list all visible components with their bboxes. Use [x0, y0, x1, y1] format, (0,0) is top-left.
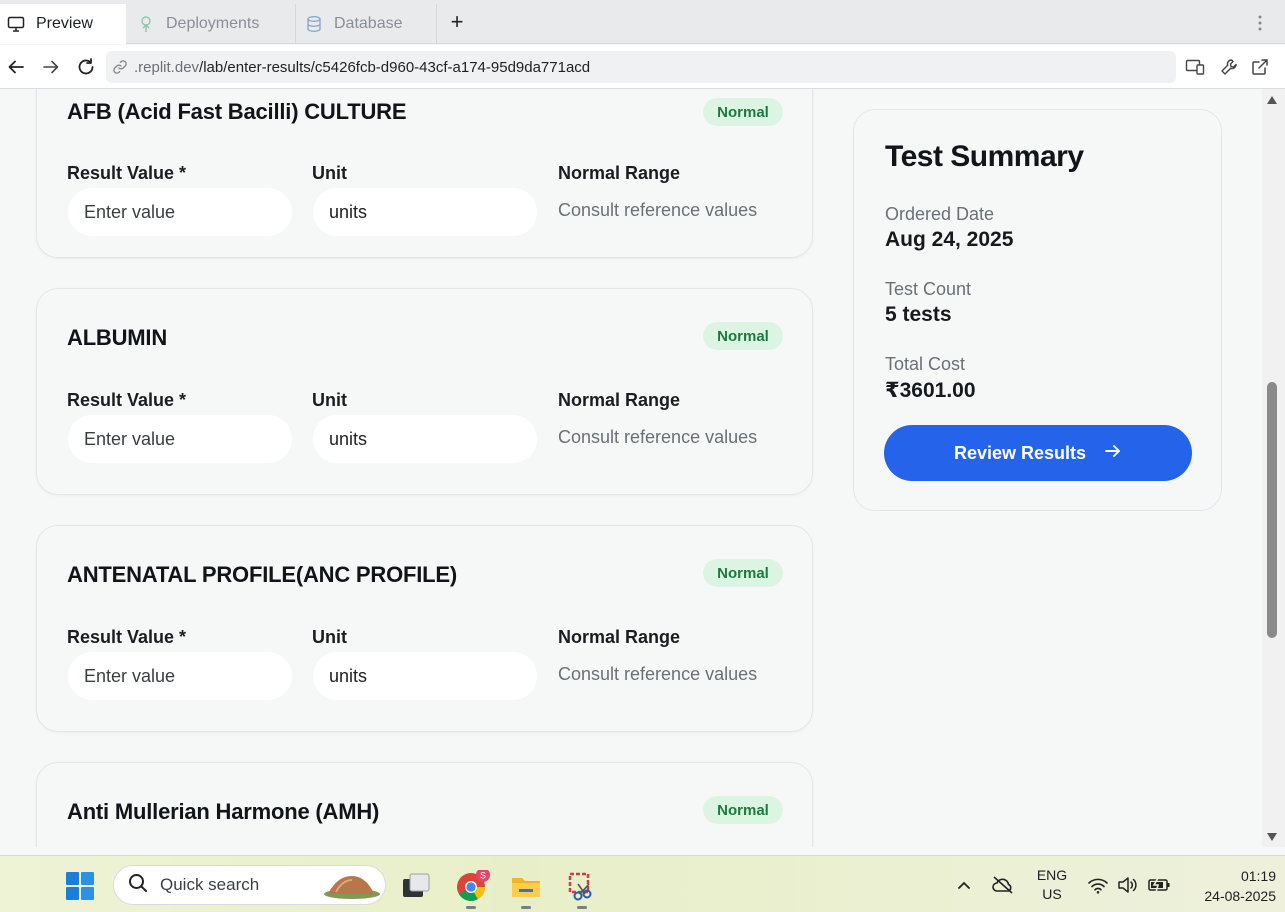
normal-range-label: Normal Range — [558, 390, 681, 410]
forward-arrow-icon[interactable] — [40, 56, 62, 78]
normal-range-label: Normal Range — [558, 627, 681, 647]
result-value-label: Result Value * — [67, 627, 187, 647]
normal-range-value: Consult reference values — [558, 200, 758, 220]
review-results-label: Review Results — [953, 442, 1087, 463]
test-card: ALBUMIN Normal Result Value * Unit Norma… — [36, 288, 813, 495]
test-count-value: 5 tests — [885, 303, 952, 326]
test-card: ANTENATAL PROFILE(ANC PROFILE) Normal Re… — [36, 525, 813, 732]
snipping-tool-icon[interactable] — [566, 870, 598, 902]
status-badge: Normal — [703, 98, 783, 126]
result-value-input[interactable] — [68, 415, 292, 463]
test-name: ANTENATAL PROFILE(ANC PROFILE) — [67, 562, 457, 587]
result-value-input[interactable] — [68, 652, 292, 700]
wrench-icon[interactable] — [1218, 56, 1240, 78]
test-card: Anti Mullerian Harmone (AMH) Normal — [36, 762, 813, 847]
normal-range-label: Normal Range — [558, 163, 681, 183]
running-indicator — [521, 906, 531, 909]
language-code: ENG — [1036, 866, 1068, 883]
result-value-label: Result Value * — [67, 390, 187, 410]
show-hidden-icons-chevron-icon[interactable] — [950, 856, 978, 912]
unit-label: Unit — [312, 627, 347, 647]
url-path: /lab/enter-results/c5426fcb-d960-43cf-a1… — [199, 58, 591, 76]
total-cost-value: ₹3601.00 — [885, 379, 976, 402]
normal-range-value: Consult reference values — [558, 427, 758, 447]
running-indicator — [577, 906, 587, 909]
status-badge: Normal — [703, 322, 783, 350]
result-value-label: Result Value * — [67, 163, 187, 183]
test-name: ALBUMIN — [67, 325, 168, 350]
ordered-date-label: Ordered Date — [885, 204, 995, 224]
back-arrow-icon[interactable] — [5, 56, 27, 78]
scroll-up-arrow-icon[interactable] — [1266, 95, 1278, 105]
arrow-right-icon — [1104, 443, 1122, 464]
browser-tab-bar: Preview Deployments Database + — [0, 0, 1285, 44]
devices-icon[interactable] — [1184, 56, 1206, 78]
unit-input[interactable] — [313, 188, 537, 236]
tab-database[interactable]: Database — [296, 4, 437, 44]
page-content: AFB (Acid Fast Bacilli) CULTURE Normal R… — [0, 89, 1285, 847]
volume-icon[interactable] — [1116, 856, 1140, 912]
test-name: AFB (Acid Fast Bacilli) CULTURE — [67, 99, 407, 124]
wifi-icon[interactable] — [1086, 856, 1110, 912]
unit-input[interactable] — [313, 652, 537, 700]
language-indicator[interactable]: ENG US — [1030, 856, 1074, 912]
tab-deployments[interactable]: Deployments — [126, 4, 296, 44]
region-code: US — [1042, 885, 1062, 902]
url-host: .replit.dev — [134, 58, 200, 76]
normal-range-value: Consult reference values — [558, 664, 758, 684]
address-bar: .replit.dev/lab/enter-results/c5426fcb-d… — [0, 45, 1285, 89]
test-count-label: Test Count — [885, 279, 972, 299]
scroll-down-arrow-icon[interactable] — [1266, 832, 1278, 842]
summary-title: Test Summary — [885, 140, 1084, 173]
result-value-input[interactable] — [68, 188, 292, 236]
windows-taskbar: Quick search S ENG US 01:19 24-08-2025 — [0, 855, 1285, 912]
windows-start-icon[interactable] — [64, 870, 96, 902]
taskbar-search[interactable]: Quick search — [113, 865, 386, 905]
review-results-button[interactable]: Review Results — [884, 425, 1192, 481]
tab-label: Deployments — [166, 15, 260, 32]
tab-label: Preview — [36, 15, 93, 32]
task-view-icon[interactable] — [400, 870, 432, 902]
test-card: AFB (Acid Fast Bacilli) CULTURE Normal R… — [36, 89, 813, 258]
unit-input[interactable] — [313, 415, 537, 463]
deployments-icon — [136, 14, 156, 34]
status-badge: Normal — [703, 796, 783, 824]
unit-label: Unit — [312, 390, 347, 410]
system-clock[interactable]: 01:19 24-08-2025 — [1180, 866, 1276, 906]
chrome-profile-badge: S — [480, 871, 486, 881]
file-explorer-icon[interactable] — [510, 870, 542, 902]
test-name: Anti Mullerian Harmone (AMH) — [67, 799, 380, 824]
search-icon — [128, 873, 148, 898]
page-scrollbar[interactable] — [1262, 89, 1285, 847]
search-placeholder: Quick search — [160, 875, 260, 894]
url-field[interactable]: .replit.dev/lab/enter-results/c5426fcb-d… — [106, 51, 1176, 83]
cloud-offline-icon[interactable] — [988, 856, 1018, 912]
battery-charging-icon[interactable] — [1146, 856, 1172, 912]
total-cost-label: Total Cost — [885, 354, 966, 374]
ordered-date-value: Aug 24, 2025 — [885, 228, 1014, 251]
database-icon — [304, 14, 324, 34]
monitor-icon — [6, 14, 26, 34]
chrome-icon[interactable]: S — [456, 868, 490, 902]
link-icon — [112, 58, 130, 76]
status-badge: Normal — [703, 559, 783, 587]
tab-label: Database — [334, 15, 403, 32]
search-highlight-image-icon — [320, 872, 380, 905]
reload-icon[interactable] — [75, 56, 97, 78]
new-tab-button[interactable]: + — [446, 11, 468, 34]
more-options-icon[interactable] — [1252, 12, 1268, 34]
open-external-icon[interactable] — [1249, 56, 1271, 78]
running-indicator — [466, 906, 476, 909]
clock-date: 24-08-2025 — [1204, 888, 1276, 904]
test-summary-panel: Test Summary Ordered Date Aug 24, 2025 T… — [853, 109, 1222, 511]
scroll-thumb[interactable] — [1267, 382, 1277, 638]
clock-time: 01:19 — [1240, 868, 1276, 884]
tab-preview[interactable]: Preview — [0, 4, 126, 44]
unit-label: Unit — [312, 163, 347, 183]
